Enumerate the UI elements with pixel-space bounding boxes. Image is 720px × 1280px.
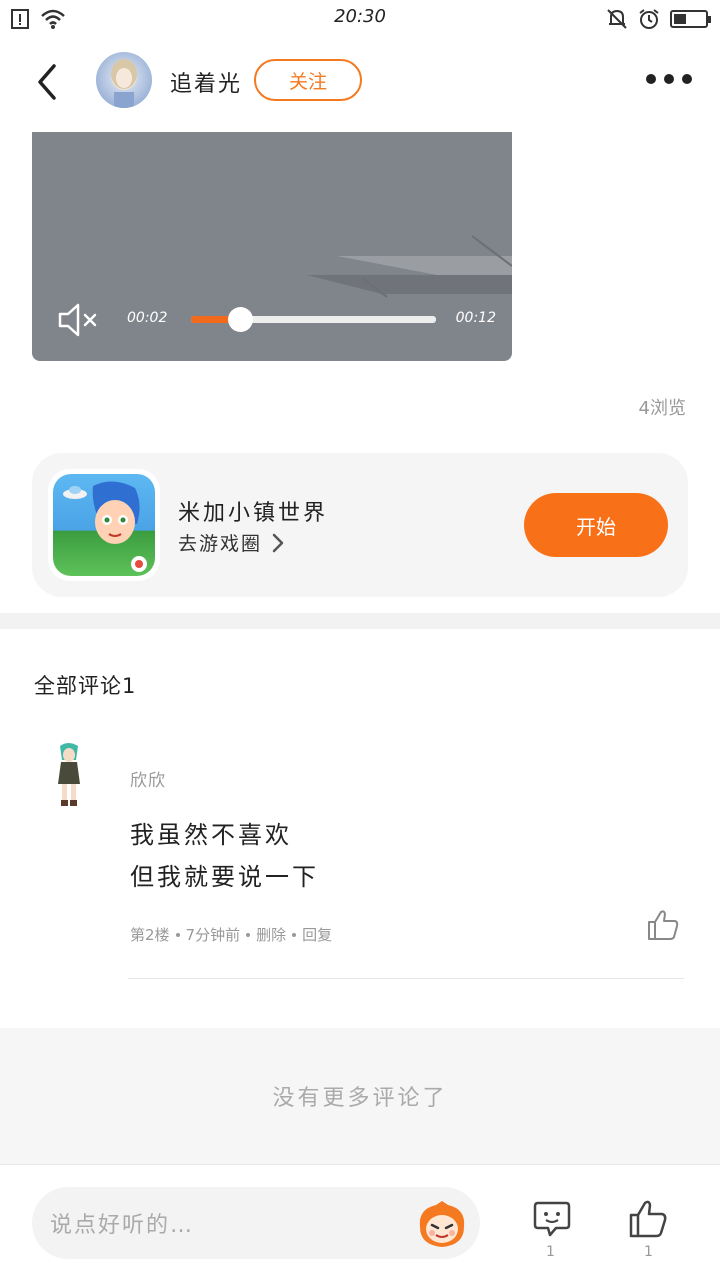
- more-options-icon[interactable]: [646, 74, 692, 84]
- like-icon[interactable]: [628, 1199, 668, 1239]
- thumbs-up-icon[interactable]: [646, 908, 680, 942]
- username[interactable]: 追着光: [170, 66, 242, 98]
- comment-input[interactable]: 说点好听的…: [32, 1187, 480, 1259]
- game-icon[interactable]: [48, 469, 160, 581]
- alarm-icon: [639, 9, 659, 29]
- bottom-bar: 说点好听的…: [0, 1164, 720, 1280]
- comment-line-1: 我虽然不喜欢: [130, 821, 292, 849]
- chevron-right-icon: [272, 533, 284, 552]
- comment-line-2: 但我就要说一下: [130, 863, 319, 891]
- comment-count: 1: [546, 1244, 555, 1260]
- mute-bell-icon: [607, 9, 627, 29]
- progress-bar[interactable]: [191, 307, 436, 332]
- mute-icon[interactable]: [56, 300, 104, 340]
- like-count: 1: [644, 1244, 653, 1260]
- separator-dot: [292, 932, 297, 937]
- status-bar: 20:30: [0, 0, 720, 36]
- view-count: 4浏览: [638, 398, 686, 419]
- comment-icon[interactable]: [532, 1199, 572, 1239]
- delete-link[interactable]: 删除: [256, 924, 286, 945]
- emoji-icon[interactable]: [414, 1199, 470, 1251]
- game-name: 米加小镇世界: [178, 501, 329, 526]
- no-more-comments: 没有更多评论了: [0, 1028, 720, 1164]
- video-player[interactable]: 00:02 00:12: [32, 132, 512, 361]
- video-frame: [307, 235, 512, 298]
- total-time: 00:12: [455, 310, 496, 326]
- comment-username[interactable]: 欣欣: [130, 766, 166, 791]
- game-card[interactable]: 米加小镇世界 去游戏圈 开始: [32, 453, 688, 597]
- progress-knob[interactable]: [228, 307, 253, 332]
- separator-dot: [175, 932, 180, 937]
- comment-divider: [128, 978, 684, 979]
- avatar[interactable]: [96, 52, 152, 108]
- start-button[interactable]: 开始: [524, 493, 668, 557]
- header: 追着光 关注: [0, 44, 720, 120]
- current-time: 00:02: [127, 310, 168, 326]
- comment-text: 我虽然不喜欢 但我就要说一下: [130, 814, 319, 898]
- separator-dot: [246, 932, 251, 937]
- follow-button[interactable]: 关注: [254, 59, 362, 101]
- game-circle-label: 去游戏圈: [178, 533, 263, 555]
- comment-meta: 第2楼 7分钟前 删除 回复: [130, 924, 332, 945]
- reply-link[interactable]: 回复: [302, 924, 332, 945]
- commenter-avatar[interactable]: [46, 740, 90, 810]
- comment-time: 7分钟前: [185, 926, 241, 944]
- battery-icon: [670, 10, 711, 28]
- comment-floor: 第2楼: [130, 926, 170, 944]
- back-arrow-icon[interactable]: [28, 60, 68, 104]
- comments-title: 全部评论1: [34, 674, 137, 698]
- section-divider: [0, 613, 720, 629]
- game-circle-link[interactable]: 去游戏圈: [178, 529, 284, 556]
